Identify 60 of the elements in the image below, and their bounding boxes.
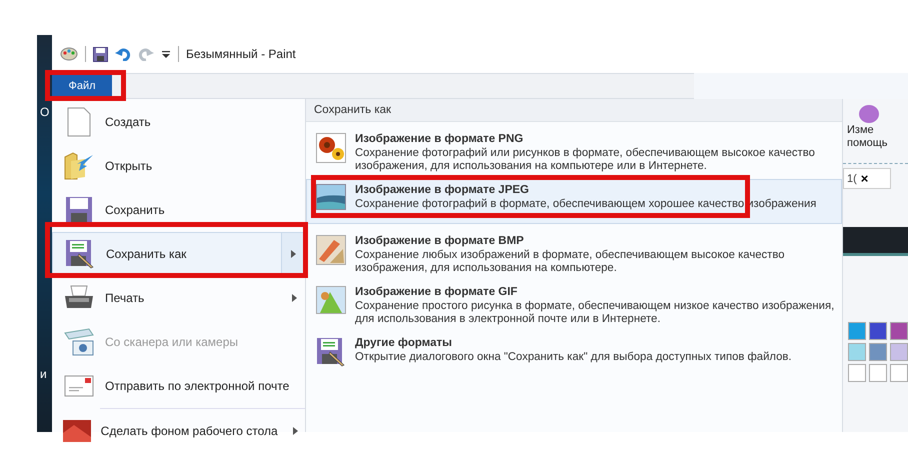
ribbon-button[interactable]: Изме помощь (843, 105, 908, 149)
format-title: Изображение в формате BMP (355, 235, 525, 248)
color-swatch[interactable] (890, 322, 908, 340)
menu-item[interactable]: Печать (52, 276, 305, 320)
menu-item[interactable]: Сохранить как (52, 232, 305, 276)
format-title: Изображение в формате GIF (355, 286, 518, 299)
format-option[interactable]: Изображение в формате GIF Сохранение простого рисунка в формате, обеспечивающем низкое качество изображения, для использования в электронной почте или в Интернете. (306, 281, 842, 326)
brush-picture-icon (316, 235, 346, 265)
menu-item[interactable]: Открыть (52, 144, 305, 188)
format-description: Сохранение любых изображений в формате, обеспечивающем высокое качество изображения, для использования на компьютере. (355, 249, 786, 275)
format-title: Другие форматы (355, 337, 453, 350)
format-option[interactable]: Другие форматы Открытие диалогового окна "Сохранить как" для выбора доступных типов файлов. (306, 332, 842, 377)
format-option[interactable]: Изображение в формате BMP Сохранение любых изображений в формате, обеспечивающем высокое качество изображения, для использования на компьютере. (306, 230, 842, 275)
format-description: Сохранение фотографий или рисунков в формате, обеспечивающем высокое качество изображения, для использования на компьютере или в Интернете. (355, 147, 816, 173)
tab-label: 1( (847, 172, 857, 184)
palette-icon[interactable] (60, 46, 78, 62)
format-title: Изображение в формате PNG (355, 133, 524, 146)
dropdown-icon[interactable] (161, 49, 171, 59)
color-swatch[interactable] (848, 322, 866, 340)
document-icon (66, 107, 92, 137)
undo-icon[interactable] (115, 47, 131, 61)
color-swatch[interactable] (869, 343, 887, 361)
floppy-icon (65, 196, 93, 224)
menu-item[interactable]: Сохранить (52, 188, 305, 232)
color-swatch[interactable] (848, 364, 866, 382)
submenu-arrow-area[interactable] (281, 233, 304, 275)
background-text: и (40, 367, 47, 381)
color-swatch[interactable] (890, 343, 908, 361)
wallpaper-icon (62, 419, 92, 443)
document-tab[interactable]: 1( × (843, 168, 891, 189)
submenu-heading: Сохранить как (306, 99, 842, 122)
flowers-icon (316, 133, 346, 163)
landscape-icon (316, 184, 346, 210)
format-description: Открытие диалогового окна "Сохранить как" для выбора доступных типов файлов. (355, 351, 792, 364)
color-swatch[interactable] (869, 322, 887, 340)
tree-picture-icon (316, 286, 346, 314)
envelope-icon (64, 375, 94, 397)
format-option[interactable]: Изображение в формате PNG Сохранение фотографий или рисунков в формате, обеспечивающем высокое качество изображения, для использования на компьютере или в Интернете. (306, 128, 842, 173)
submenu-arrow-icon (292, 294, 296, 302)
window-title: Безымянный - Paint (186, 47, 296, 61)
menu-item[interactable]: Создать (52, 100, 305, 144)
floppy-pencil-icon (316, 337, 346, 367)
color-swatch[interactable] (848, 343, 866, 361)
background-text: О (40, 105, 50, 119)
folder-icon (63, 151, 95, 181)
submenu-arrow-icon (292, 427, 298, 435)
save-icon[interactable] (93, 46, 108, 62)
floppy-pencil-icon (65, 239, 95, 269)
format-description: Сохранение фотографий в формате, обеспечивающем хорошее качество изображения (355, 198, 816, 211)
close-button[interactable]: × (860, 171, 868, 186)
menu-item[interactable]: Отправить по электронной почте (52, 364, 305, 408)
menu-item[interactable]: Сделать фоном рабочего стола (52, 409, 305, 453)
color-swatch[interactable] (890, 364, 908, 382)
scanner-icon (63, 327, 95, 357)
color-swatch[interactable] (869, 364, 887, 382)
format-description: Сохранение простого рисунка в формате, обеспечивающем низкое качество изображения, для использования в электронной почте или в Интернете. (355, 300, 835, 326)
dark-bar (843, 227, 908, 256)
redo-icon[interactable] (138, 47, 154, 61)
format-title: Изображение в формате JPEG (355, 184, 530, 197)
submenu-arrow-icon (290, 250, 296, 258)
